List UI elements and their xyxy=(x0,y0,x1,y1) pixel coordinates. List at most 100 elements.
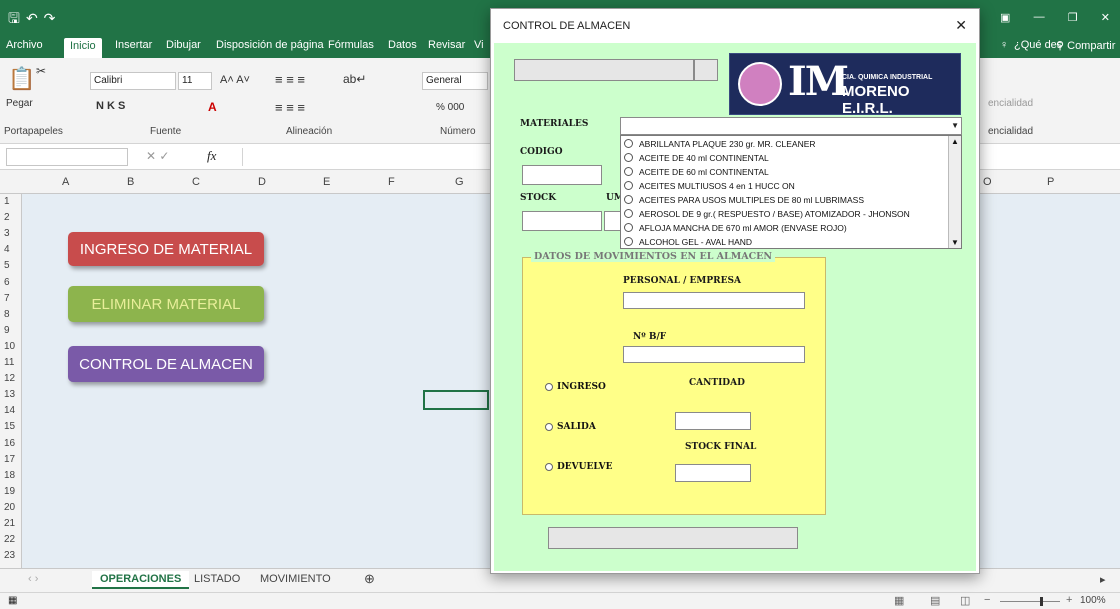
zoom-out-icon[interactable]: − xyxy=(984,594,990,606)
radio-ingreso[interactable] xyxy=(545,383,553,391)
combobox-arrow-icon[interactable]: ▼ xyxy=(951,121,959,130)
font-color-icon[interactable]: A xyxy=(208,100,217,114)
row-header[interactable]: 23 xyxy=(4,550,15,561)
row-header[interactable]: 1 xyxy=(4,196,10,207)
quick-access-toolbar[interactable]: 🖫↶↷ xyxy=(8,8,61,32)
codigo-textbox[interactable] xyxy=(522,165,602,185)
material-radio[interactable] xyxy=(624,153,633,162)
row-header[interactable]: 7 xyxy=(4,293,10,304)
view-normal-icon[interactable]: ▦ xyxy=(894,594,904,607)
view-layout-icon[interactable]: ▤ xyxy=(930,594,940,607)
view-pagebreak-icon[interactable]: ◫ xyxy=(960,594,970,607)
material-list-item[interactable]: AFLOJA MANCHA DE 670 ml AMOR (ENVASE ROJ… xyxy=(621,221,847,234)
material-list-item[interactable]: ABRILLANTA PLAQUE 230 gr. MR. CLEANER xyxy=(621,137,816,150)
row-header[interactable]: 17 xyxy=(4,454,15,465)
dialog-close-icon[interactable]: ✕ xyxy=(955,17,967,34)
col-p[interactable]: P xyxy=(1047,176,1054,188)
row-header[interactable]: 5 xyxy=(4,260,10,271)
row-header[interactable]: 8 xyxy=(4,309,10,320)
zoom-in-icon[interactable]: + xyxy=(1066,594,1072,606)
add-sheet-icon[interactable]: ⊕ xyxy=(364,571,375,587)
listbox-scrollbar[interactable]: ▲ ▼ xyxy=(948,136,961,248)
wrap-text-icon[interactable]: ab↵ xyxy=(343,72,366,86)
close-window-icon[interactable]: ✕ xyxy=(1101,11,1110,24)
material-list-item[interactable]: ACEITE DE 40 ml CONTINENTAL xyxy=(621,151,769,164)
row-header[interactable]: 4 xyxy=(4,244,10,255)
row-header[interactable]: 6 xyxy=(4,277,10,288)
paste-icon[interactable]: 📋 xyxy=(8,66,35,92)
cancel-enter-icons[interactable]: ✕ ✓ xyxy=(146,149,169,163)
ingreso-material-button[interactable]: INGRESO DE MATERIAL xyxy=(68,232,264,266)
help-search-icon[interactable]: ♀ xyxy=(1000,39,1008,51)
materiales-combobox[interactable]: ▼ xyxy=(620,117,962,135)
material-radio[interactable] xyxy=(624,181,633,190)
material-list-item[interactable]: ACEITES MULTIUSOS 4 en 1 HUCC ON xyxy=(621,179,795,192)
material-list-item[interactable]: AEROSOL DE 9 gr.( RESPUESTO / BASE) ATOM… xyxy=(621,207,910,220)
percent-format[interactable]: % 000 xyxy=(436,102,464,113)
scroll-right-icon[interactable]: ▸ xyxy=(1100,573,1106,586)
row-header[interactable]: 11 xyxy=(4,357,14,368)
stock-final-textbox[interactable] xyxy=(675,464,751,482)
selected-cell[interactable] xyxy=(423,390,489,410)
materials-listbox[interactable]: ABRILLANTA PLAQUE 230 gr. MR. CLEANER ACE… xyxy=(620,135,962,249)
minimize-icon[interactable]: — xyxy=(1034,11,1045,23)
tab-revisar[interactable]: Revisar xyxy=(428,39,465,51)
row-header[interactable]: 14 xyxy=(4,405,15,416)
row-header[interactable]: 19 xyxy=(4,486,15,497)
grow-font-icon[interactable]: A˄ A˅ xyxy=(220,74,250,86)
share-button[interactable]: ⚲ Compartir xyxy=(1056,39,1115,52)
row-header[interactable]: 21 xyxy=(4,518,15,529)
search-textbox[interactable] xyxy=(514,59,694,81)
tab-inicio[interactable]: Inicio xyxy=(64,38,102,58)
row-header[interactable]: 2 xyxy=(4,212,10,223)
tab-vista[interactable]: Vi xyxy=(474,39,484,51)
row-header[interactable]: 22 xyxy=(4,534,15,545)
row-header[interactable]: 15 xyxy=(4,421,15,432)
stock-textbox[interactable] xyxy=(522,211,602,231)
col-a[interactable]: A xyxy=(62,176,69,188)
col-o[interactable]: O xyxy=(983,176,992,188)
row-header[interactable]: 3 xyxy=(4,228,10,239)
font-name-select[interactable]: Calibri xyxy=(90,72,176,90)
col-g[interactable]: G xyxy=(455,176,464,188)
zoom-level[interactable]: 100% xyxy=(1080,595,1106,606)
col-e[interactable]: E xyxy=(323,176,330,188)
sheet-nav-icons[interactable]: ‹ › xyxy=(28,573,38,585)
search-button[interactable] xyxy=(694,59,718,81)
fx-icon[interactable]: fx xyxy=(207,148,216,164)
ribbon-display-icon[interactable]: ▣ xyxy=(1000,11,1010,24)
sheet-movimiento[interactable]: MOVIMIENTO xyxy=(260,573,331,585)
row-header[interactable]: 10 xyxy=(4,341,15,352)
material-radio[interactable] xyxy=(624,237,633,246)
name-box[interactable] xyxy=(6,148,128,166)
tab-insertar[interactable]: Insertar xyxy=(115,39,152,51)
row-header[interactable]: 12 xyxy=(4,373,15,384)
col-b[interactable]: B xyxy=(127,176,134,188)
number-format-select[interactable]: General xyxy=(422,72,488,90)
option-ingreso[interactable]: INGRESO xyxy=(545,382,606,392)
material-radio[interactable] xyxy=(624,223,633,232)
cantidad-textbox[interactable] xyxy=(675,412,751,430)
material-list-item[interactable]: ACEITE DE 60 ml CONTINENTAL xyxy=(621,165,769,178)
option-devuelve[interactable]: DEVUELVE xyxy=(545,462,612,472)
redo-icon[interactable]: ↷ xyxy=(44,10,62,26)
align-top-icons[interactable]: ≡ ≡ ≡ xyxy=(275,72,305,87)
sheet-operaciones[interactable]: OPERACIONES xyxy=(92,571,190,589)
zoom-slider[interactable] xyxy=(1000,601,1060,602)
scroll-up-icon[interactable]: ▲ xyxy=(951,137,959,146)
row-header[interactable]: 13 xyxy=(4,389,15,400)
row-header[interactable]: 18 xyxy=(4,470,15,481)
align-left-icons[interactable]: ≡ ≡ ≡ xyxy=(275,100,305,115)
material-radio[interactable] xyxy=(624,167,633,176)
material-radio[interactable] xyxy=(624,139,633,148)
col-f[interactable]: F xyxy=(388,176,395,188)
status-textbox[interactable] xyxy=(548,527,798,549)
personal-textbox[interactable] xyxy=(623,292,805,309)
col-d[interactable]: D xyxy=(258,176,266,188)
radio-salida[interactable] xyxy=(545,423,553,431)
row-header[interactable]: 20 xyxy=(4,502,15,513)
macro-record-icon[interactable]: ▦ xyxy=(8,595,17,606)
control-almacen-button[interactable]: CONTROL DE ALMACEN xyxy=(68,346,264,382)
undo-icon[interactable]: ↶ xyxy=(26,10,44,26)
tab-formulas[interactable]: Fórmulas xyxy=(328,39,374,51)
